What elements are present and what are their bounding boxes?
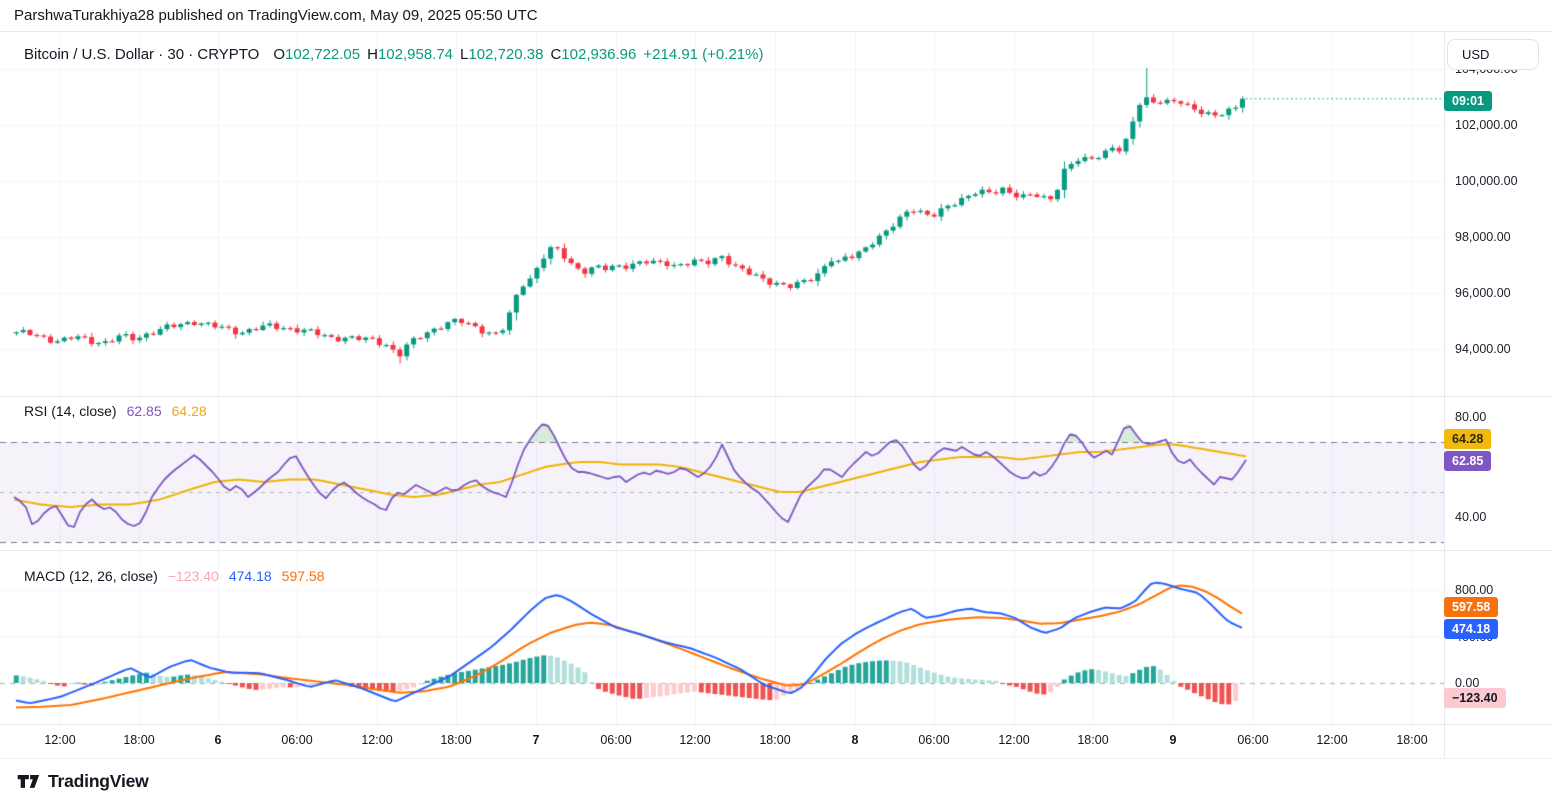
macd-axis-label: 800.00 xyxy=(1455,583,1493,597)
published-attribution-line: ParshwaTurakhiya28 published on TradingV… xyxy=(14,7,538,24)
high-value: 102,958.74 xyxy=(378,46,453,63)
tradingview-logo[interactable]: TradingView xyxy=(16,769,149,793)
low-value: 102,720.38 xyxy=(468,46,543,63)
time-tick[interactable]: 06:00 xyxy=(1237,733,1268,747)
time-tick[interactable]: 12:00 xyxy=(1316,733,1347,747)
footer-bar: TradingView xyxy=(0,758,1553,803)
rsi-ma-current-value: 64.28 xyxy=(172,403,207,419)
macd-hist-current-value: −123.40 xyxy=(168,568,219,584)
currency-label: USD xyxy=(1462,47,1489,62)
open-label: O xyxy=(273,46,285,63)
time-tick[interactable]: 18:00 xyxy=(123,733,154,747)
macd-hist-value-badge: −123.40 xyxy=(1444,688,1506,708)
macd-legend[interactable]: MACD (12, 26, close) −123.40 474.18 597.58 xyxy=(24,568,324,584)
time-tick-day[interactable]: 7 xyxy=(533,733,540,747)
time-axis-separator xyxy=(0,724,1553,725)
time-tick[interactable]: 18:00 xyxy=(759,733,790,747)
tradingview-mark-icon xyxy=(16,769,40,793)
time-tick[interactable]: 12:00 xyxy=(44,733,75,747)
macd-signal-current-value: 597.58 xyxy=(282,568,325,584)
price-axis-label: 96,000.00 xyxy=(1455,286,1511,300)
rsi-pane-canvas[interactable] xyxy=(0,397,1444,551)
time-tick-day[interactable]: 8 xyxy=(852,733,859,747)
time-tick[interactable]: 18:00 xyxy=(440,733,471,747)
macd-signal-value-badge: 597.58 xyxy=(1444,597,1498,617)
rsi-current-value: 62.85 xyxy=(127,403,162,419)
pane-separator[interactable] xyxy=(0,550,1553,551)
price-axis-label: 102,000.00 xyxy=(1455,118,1518,132)
macd-line-value-badge: 474.18 xyxy=(1444,619,1498,639)
open-value: 102,722.05 xyxy=(285,46,360,63)
time-tick[interactable]: 18:00 xyxy=(1396,733,1427,747)
symbol-title[interactable]: Bitcoin / U.S. Dollar · 30 · CRYPTO xyxy=(24,46,259,63)
time-tick[interactable]: 12:00 xyxy=(998,733,1029,747)
close-value: 102,936.96 xyxy=(561,46,636,63)
price-pane-canvas[interactable] xyxy=(0,32,1444,397)
macd-line-current-value: 474.18 xyxy=(229,568,272,584)
close-label: C xyxy=(550,46,561,63)
symbol-legend[interactable]: Bitcoin / U.S. Dollar · 30 · CRYPTOO102,… xyxy=(24,46,763,63)
rsi-legend-title[interactable]: RSI (14, close) xyxy=(24,403,117,419)
time-tick[interactable]: 12:00 xyxy=(679,733,710,747)
time-tick[interactable]: 18:00 xyxy=(1077,733,1108,747)
rsi-value-badge: 62.85 xyxy=(1444,451,1491,471)
time-tick[interactable]: 06:00 xyxy=(600,733,631,747)
change-value: +214.91 (+0.21%) xyxy=(643,46,763,63)
time-tick-day[interactable]: 6 xyxy=(215,733,222,747)
price-axis-label: 98,000.00 xyxy=(1455,230,1511,244)
rsi-ma-value-badge: 64.28 xyxy=(1444,429,1491,449)
rsi-legend[interactable]: RSI (14, close) 62.85 64.28 xyxy=(24,403,207,419)
bar-countdown-badge: 09:01 xyxy=(1444,91,1492,111)
price-axis-separator[interactable] xyxy=(1444,32,1445,758)
price-axis-label: 94,000.00 xyxy=(1455,342,1511,356)
high-label: H xyxy=(367,46,378,63)
rsi-axis-label: 80.00 xyxy=(1455,410,1486,424)
pane-separator[interactable] xyxy=(0,396,1553,397)
time-tick[interactable]: 12:00 xyxy=(361,733,392,747)
time-tick[interactable]: 06:00 xyxy=(281,733,312,747)
macd-legend-title[interactable]: MACD (12, 26, close) xyxy=(24,568,158,584)
rsi-axis-label: 40.00 xyxy=(1455,510,1486,524)
tradingview-wordmark: TradingView xyxy=(48,771,149,792)
time-tick-day[interactable]: 9 xyxy=(1170,733,1177,747)
tradingview-snapshot: ParshwaTurakhiya28 published on TradingV… xyxy=(0,0,1553,803)
currency-toggle-button[interactable]: USD xyxy=(1447,39,1539,70)
time-tick[interactable]: 06:00 xyxy=(918,733,949,747)
price-axis-label: 100,000.00 xyxy=(1455,174,1518,188)
